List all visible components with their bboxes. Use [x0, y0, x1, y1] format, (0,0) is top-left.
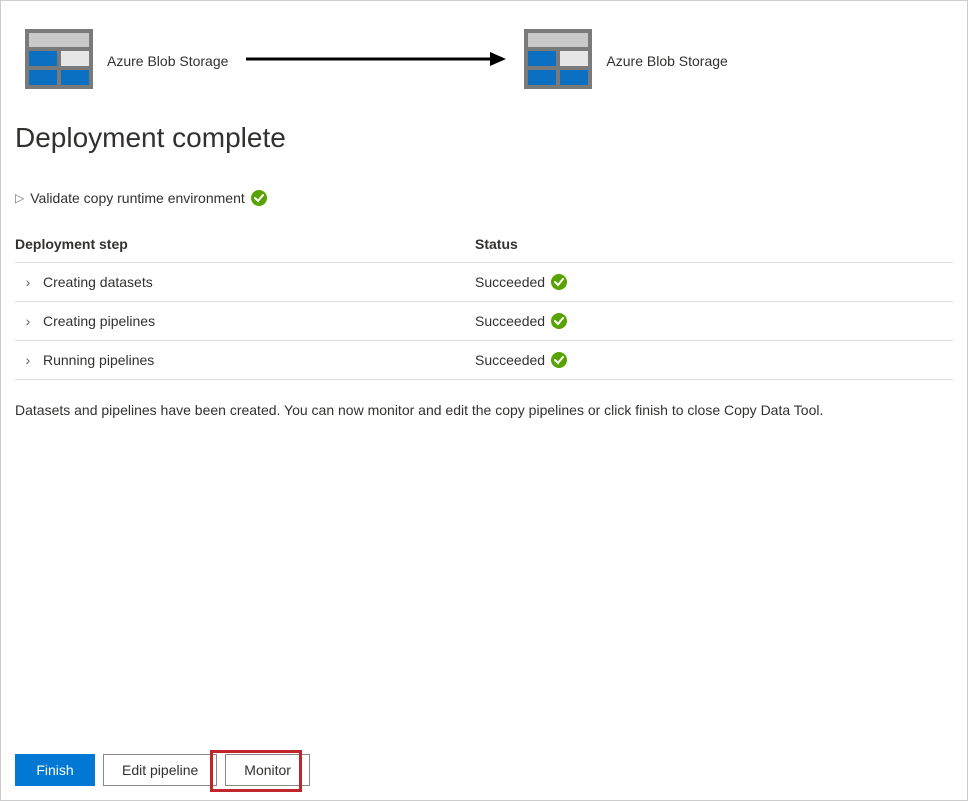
arrow-icon [246, 49, 506, 72]
deployment-steps-table: Deployment step Status › Creating datase… [15, 228, 953, 380]
flow-diagram: Azure Blob Storage Azure Blob Storage [25, 29, 953, 92]
edit-pipeline-button[interactable]: Edit pipeline [103, 754, 217, 786]
monitor-button[interactable]: Monitor [225, 754, 310, 786]
table-row[interactable]: › Creating datasets Succeeded [15, 263, 953, 302]
status-label: Succeeded [475, 352, 545, 368]
success-check-icon [551, 313, 567, 329]
deployment-complete-page: Azure Blob Storage Azure Blob Storage [0, 0, 968, 801]
footer-buttons: Finish Edit pipeline Monitor [15, 754, 953, 786]
flow-source-node: Azure Blob Storage [25, 29, 228, 92]
status-label: Succeeded [475, 313, 545, 329]
page-title: Deployment complete [15, 122, 953, 154]
validate-label: Validate copy runtime environment [30, 190, 245, 206]
flow-source-label: Azure Blob Storage [107, 53, 228, 69]
step-label: Creating pipelines [43, 313, 155, 329]
status-label: Succeeded [475, 274, 545, 290]
expand-triangle-icon: ▷ [15, 191, 24, 205]
flow-dest-label: Azure Blob Storage [606, 53, 727, 69]
header-step: Deployment step [15, 236, 475, 252]
chevron-right-icon: › [21, 352, 35, 368]
flow-dest-node: Azure Blob Storage [524, 29, 727, 92]
header-status: Status [475, 236, 953, 252]
success-check-icon [251, 190, 267, 206]
step-label: Creating datasets [43, 274, 153, 290]
step-label: Running pipelines [43, 352, 154, 368]
table-row[interactable]: › Creating pipelines Succeeded [15, 302, 953, 341]
validate-runtime-toggle[interactable]: ▷ Validate copy runtime environment [15, 190, 953, 206]
finish-button[interactable]: Finish [15, 754, 95, 786]
summary-text: Datasets and pipelines have been created… [15, 402, 953, 418]
success-check-icon [551, 274, 567, 290]
blob-storage-icon [25, 29, 93, 92]
table-row[interactable]: › Running pipelines Succeeded [15, 341, 953, 380]
chevron-right-icon: › [21, 313, 35, 329]
success-check-icon [551, 352, 567, 368]
table-header: Deployment step Status [15, 228, 953, 263]
blob-storage-icon [524, 29, 592, 92]
chevron-right-icon: › [21, 274, 35, 290]
